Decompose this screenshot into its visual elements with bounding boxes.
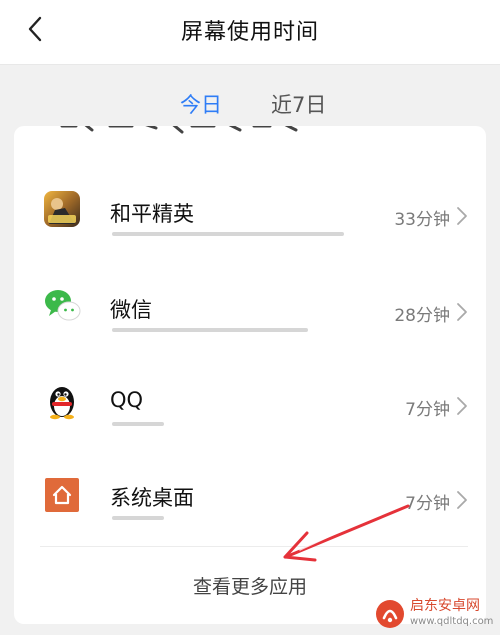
- usage-bar: [112, 232, 344, 236]
- clipped-heading-fragment: [60, 126, 298, 134]
- usage-bar: [112, 328, 308, 332]
- chevron-right-icon: [457, 397, 467, 415]
- page-title: 屏幕使用时间: [180, 20, 319, 45]
- tab-last-7-days[interactable]: 近7日: [271, 89, 326, 119]
- tab-today[interactable]: 今日: [180, 89, 222, 119]
- app-usage-time: 33分钟: [394, 210, 450, 230]
- app-row-qq[interactable]: QQ 7分钟: [14, 358, 486, 438]
- app-name: 和平精英: [110, 202, 194, 226]
- usage-bar: [112, 516, 164, 520]
- peacekeeper-elite-app-icon: [44, 191, 80, 227]
- home-launcher-app-icon: [45, 478, 79, 512]
- app-usage-time: 7分钟: [405, 494, 450, 514]
- period-tabs: 今日 近7日: [0, 65, 500, 135]
- app-name: 微信: [110, 298, 152, 322]
- app-name: QQ: [110, 388, 144, 412]
- chevron-right-icon: [457, 491, 467, 509]
- header-bar: 屏幕使用时间: [0, 0, 500, 65]
- app-row-system-launcher[interactable]: 系统桌面 7分钟: [14, 452, 486, 532]
- app-row-peacekeeper-elite[interactable]: 和平精英 33分钟: [14, 168, 486, 248]
- divider: [40, 546, 468, 547]
- app-usage-time: 28分钟: [394, 306, 450, 326]
- view-more-apps-button[interactable]: 查看更多应用: [14, 572, 486, 599]
- wechat-app-icon: [45, 290, 81, 321]
- app-row-wechat[interactable]: 微信 28分钟: [14, 264, 486, 344]
- app-name: 系统桌面: [110, 486, 194, 510]
- chevron-right-icon: [457, 303, 467, 321]
- usage-bar: [112, 422, 164, 426]
- chevron-right-icon: [457, 207, 467, 225]
- app-usage-time: 7分钟: [405, 400, 450, 420]
- qq-penguin-app-icon: [50, 387, 74, 420]
- app-usage-card: 和平精英 33分钟 微信 28分钟 QQ 7分钟 系统桌面 7分钟 查看更多应用: [14, 126, 486, 624]
